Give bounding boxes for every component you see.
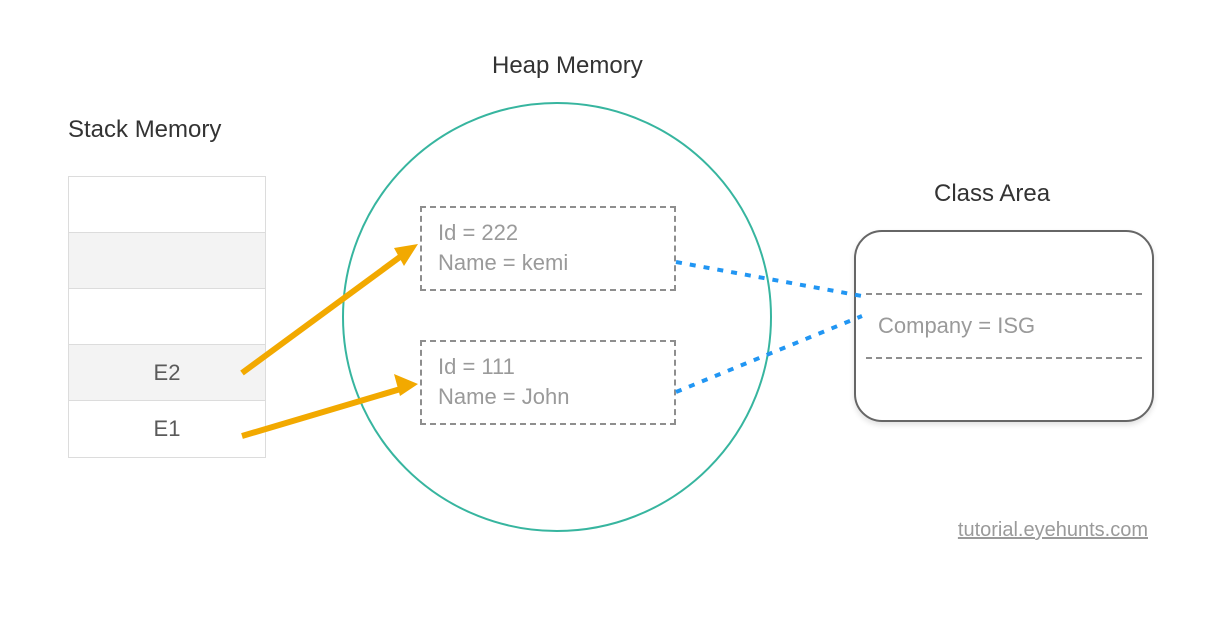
stack-cell-0 bbox=[69, 177, 265, 233]
footer-link: tutorial.eyehunts.com bbox=[958, 519, 1148, 542]
heap-object-2: Id = 111 Name = John bbox=[420, 340, 676, 425]
stack-cell-2 bbox=[69, 289, 265, 345]
heap-object-1-id: Id = 222 bbox=[438, 218, 658, 248]
heap-memory-circle bbox=[342, 102, 772, 532]
class-area-inner: Company = ISG bbox=[866, 293, 1142, 359]
class-area-company: Company = ISG bbox=[878, 313, 1130, 339]
heap-object-1: Id = 222 Name = kemi bbox=[420, 206, 676, 291]
stack-cell-1 bbox=[69, 233, 265, 289]
stack-cell-3: E2 bbox=[69, 345, 265, 401]
heap-object-2-id: Id = 111 bbox=[438, 352, 658, 382]
heap-object-1-name: Name = kemi bbox=[438, 248, 658, 278]
class-area-title: Class Area bbox=[934, 180, 1050, 208]
heap-title: Heap Memory bbox=[492, 52, 643, 80]
stack-memory: E2 E1 bbox=[68, 176, 266, 458]
stack-cell-4: E1 bbox=[69, 401, 265, 457]
heap-object-2-name: Name = John bbox=[438, 382, 658, 412]
stack-title: Stack Memory bbox=[68, 116, 221, 144]
class-area-box: Company = ISG bbox=[854, 230, 1154, 422]
